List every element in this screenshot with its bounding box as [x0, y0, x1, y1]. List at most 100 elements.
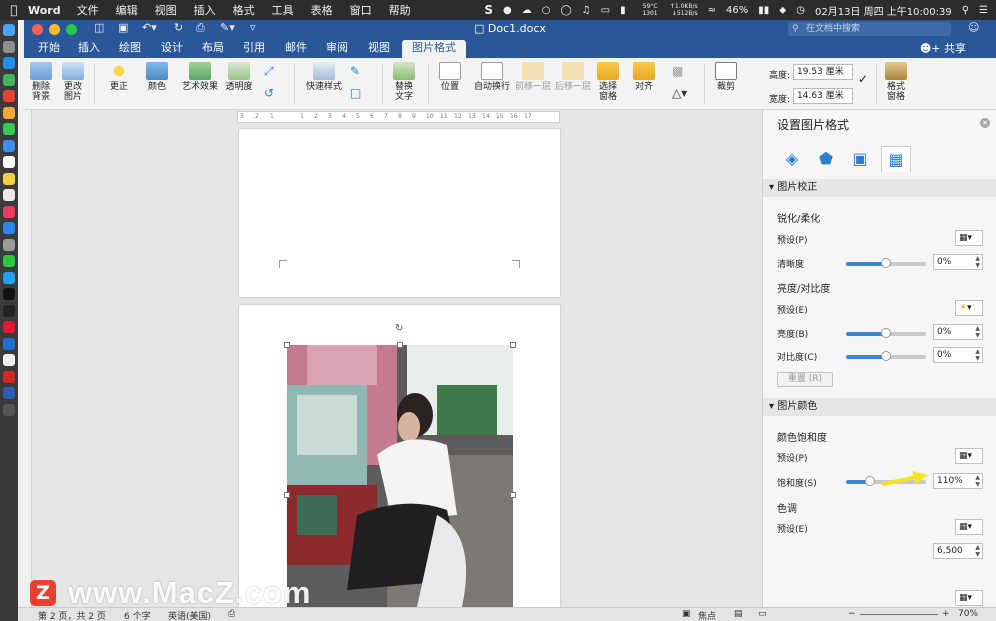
qq-icon[interactable]: ●	[503, 5, 512, 16]
save-icon[interactable]: ▣	[118, 21, 128, 34]
sharpen-preset-dropdown[interactable]: ▦▾	[955, 230, 983, 246]
tab-draw[interactable]: 绘图	[119, 40, 141, 58]
sharpness-spinbox[interactable]: 0% ▲ ▼	[933, 254, 983, 270]
menu-file[interactable]: 文件	[77, 2, 99, 18]
print-layout-icon[interactable]: ▤	[734, 609, 743, 619]
height-field[interactable]: 19.53 厘米	[793, 64, 853, 80]
clock-icon[interactable]: ◷	[796, 5, 805, 16]
contrast-slider[interactable]	[846, 351, 926, 361]
safari-icon[interactable]	[3, 57, 15, 69]
menubar-datetime[interactable]: 02月13日 周四 上午10:00:39	[815, 3, 952, 18]
resize-handle[interactable]	[510, 492, 516, 498]
tab-picture-format[interactable]: 图片格式	[402, 40, 466, 58]
change-picture-button[interactable]: 更改图片	[62, 62, 84, 102]
netease-icon[interactable]	[3, 370, 15, 383]
menu-tools[interactable]: 工具	[272, 2, 294, 18]
crop-button[interactable]: 裁剪	[712, 62, 740, 92]
language-status[interactable]: 英语(美国)	[168, 609, 211, 621]
tab-view[interactable]: 视图	[368, 40, 390, 58]
redo-icon[interactable]: ↻	[174, 21, 183, 34]
tone-temperature-spinbox[interactable]: 6,500 ▲ ▼	[933, 543, 983, 559]
sharpness-slider-knob[interactable]	[881, 258, 891, 268]
tab-layout[interactable]: 布局	[202, 40, 224, 58]
menu-format[interactable]: 格式	[233, 2, 255, 18]
brightness-preset-dropdown[interactable]: ☀▾	[955, 300, 983, 316]
spin-arrows-icon[interactable]: ▲ ▼	[975, 474, 980, 488]
app-icon-generic[interactable]	[3, 403, 15, 416]
focus-icon[interactable]: ▣	[682, 609, 691, 619]
tab-home[interactable]: 开始	[38, 40, 60, 58]
contrast-slider-knob[interactable]	[881, 351, 891, 361]
brightness-slider-knob[interactable]	[881, 328, 891, 338]
print-icon[interactable]: ⎙	[196, 21, 205, 35]
compress-pictures-icon[interactable]: ⤢	[264, 64, 274, 79]
alt-text-button[interactable]: 替换文字	[392, 62, 416, 102]
tab-mailings[interactable]: 邮件	[285, 40, 307, 58]
monitor-icon[interactable]: ▭	[601, 5, 610, 16]
quick-styles-button[interactable]: 快速样式	[304, 62, 344, 92]
apple-icon[interactable]: 	[0, 3, 28, 17]
web-layout-icon[interactable]: ▭	[758, 609, 767, 619]
battery-small-icon[interactable]: ▮	[620, 5, 626, 16]
picture-color-section[interactable]: ▾ 图片颜色	[763, 398, 996, 416]
sidebar-icon[interactable]: ◫	[94, 21, 104, 34]
group-icon[interactable]: ▩	[672, 64, 683, 78]
wechat-icon[interactable]: ○	[542, 5, 551, 16]
tab-insert[interactable]: 插入	[78, 40, 100, 58]
menu-insert[interactable]: 插入	[194, 2, 216, 18]
music-app-icon[interactable]	[3, 205, 15, 218]
customize-toolbar-icon[interactable]: ▿	[250, 21, 256, 34]
layout-properties-tab-icon[interactable]: ▣	[845, 146, 875, 172]
finder-icon[interactable]	[3, 24, 15, 36]
format-pane-button[interactable]: 格式窗格	[884, 62, 908, 102]
position-button[interactable]: 位置	[436, 62, 464, 92]
width-field[interactable]: 14.63 厘米	[793, 88, 853, 104]
picture-border-icon[interactable]: ✎	[350, 64, 360, 78]
resize-handle[interactable]	[510, 342, 516, 348]
sharpness-slider[interactable]	[846, 258, 926, 268]
yandex-icon[interactable]	[3, 354, 15, 366]
color-button[interactable]: 颜色	[142, 62, 172, 92]
word-count[interactable]: 6 个字	[124, 609, 151, 621]
calendar-icon[interactable]	[3, 156, 15, 168]
spin-arrows-icon[interactable]: ▲ ▼	[975, 255, 980, 269]
undo-icon[interactable]: ↶▾	[142, 21, 157, 34]
messages-icon[interactable]	[3, 123, 15, 135]
transparency-button[interactable]: 透明度	[224, 62, 254, 92]
globe-icon[interactable]: ◯	[560, 5, 571, 16]
wifi-icon[interactable]: ≈	[708, 5, 716, 16]
search-input[interactable]: ⚲ 在文档中搜索	[788, 22, 951, 36]
close-window-button[interactable]	[32, 24, 43, 35]
share-button[interactable]: ☻+ 共享	[920, 40, 966, 56]
selected-picture[interactable]	[287, 345, 513, 607]
zoom-slider[interactable]	[860, 614, 938, 615]
chrome-icon[interactable]	[3, 90, 15, 102]
terminal-icon[interactable]	[3, 288, 15, 300]
recolor-preset-dropdown[interactable]: ▦▾	[955, 590, 983, 606]
rotate-icon[interactable]: △▾	[672, 86, 687, 100]
rotate-handle-icon[interactable]: ↻	[395, 323, 403, 334]
smiley-feedback-icon[interactable]: ☺	[968, 21, 979, 34]
spin-arrows-icon[interactable]: ▲ ▼	[975, 544, 980, 558]
tab-review[interactable]: 审阅	[326, 40, 348, 58]
weibo-icon[interactable]	[3, 321, 15, 333]
tv-icon[interactable]	[3, 304, 15, 317]
bring-forward-button[interactable]: 前移一层	[514, 62, 552, 92]
close-pane-icon[interactable]: ✕	[980, 118, 990, 128]
picture-tab-icon[interactable]: ▦	[881, 146, 911, 172]
selection-pane-button[interactable]: 选择窗格	[596, 62, 620, 102]
spin-arrows-icon[interactable]: ▲ ▼	[975, 348, 980, 362]
edit-icon[interactable]: ✎▾	[220, 21, 235, 34]
launchpad-icon[interactable]	[3, 40, 15, 53]
resize-handle[interactable]	[284, 492, 290, 498]
tab-design[interactable]: 设计	[161, 40, 183, 58]
appstore-icon[interactable]	[3, 222, 15, 234]
menu-help[interactable]: 帮助	[389, 2, 411, 18]
send-backward-button[interactable]: 后移一层	[554, 62, 592, 92]
reset-button[interactable]: 重置 (R)	[777, 372, 833, 387]
effects-tab-icon[interactable]: ⬟	[811, 146, 841, 172]
zoom-in-icon[interactable]: +	[942, 609, 950, 619]
mail-icon[interactable]	[3, 139, 15, 152]
cloud-icon[interactable]: ☁	[522, 5, 532, 16]
menu-view[interactable]: 视图	[155, 2, 177, 18]
